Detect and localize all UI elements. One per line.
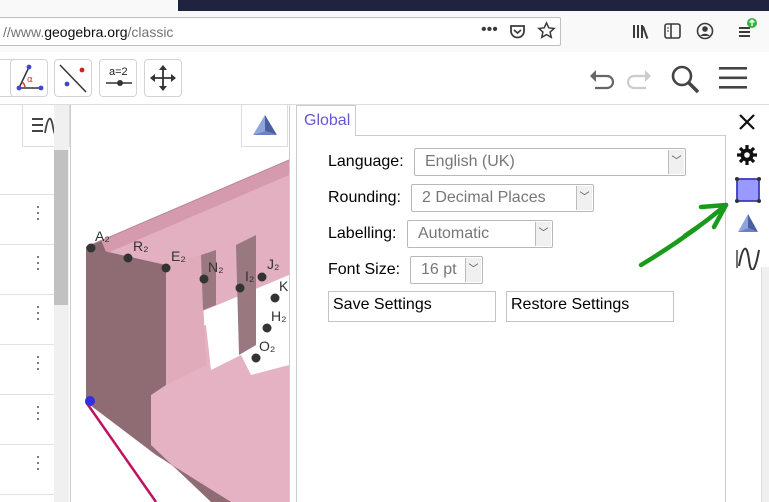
close-icon[interactable]	[737, 112, 757, 137]
redo-icon[interactable]	[624, 64, 654, 99]
menu-update-icon[interactable]	[734, 18, 758, 47]
point-dot[interactable]	[257, 272, 267, 282]
point-dot[interactable]	[199, 274, 209, 284]
url-text: //www.geogebra.org/classic	[3, 24, 174, 40]
algebra-row[interactable]	[0, 148, 54, 195]
algebra-properties-icon[interactable]	[736, 246, 762, 275]
row-menu-icon[interactable]: · · ·	[35, 397, 41, 427]
graphics-3d-style-button[interactable]	[241, 105, 288, 147]
point-dot[interactable]	[161, 263, 171, 273]
graphics-properties-icon[interactable]	[735, 177, 761, 208]
row-menu-icon[interactable]: · · ·	[35, 447, 41, 477]
solid-inner-shadow	[236, 235, 256, 355]
point-label: A₂	[95, 228, 110, 244]
tool-line[interactable]	[54, 59, 92, 97]
pocket-icon[interactable]	[509, 23, 526, 45]
point-label: H₂	[271, 308, 287, 324]
page-actions-icon[interactable]: •••	[481, 21, 498, 39]
rounding-select[interactable]: 2 Decimal Places ﹀	[411, 184, 594, 212]
url-bar[interactable]: //www.geogebra.org/classic •••	[0, 17, 561, 46]
point-dot[interactable]	[86, 243, 96, 253]
chevron-down-icon: ﹀	[668, 150, 684, 174]
algebra-row[interactable]: · · ·	[0, 245, 54, 295]
point-dot[interactable]	[123, 253, 133, 263]
rounding-label: Rounding:	[328, 189, 401, 206]
algebra-scrollbar-thumb[interactable]	[54, 150, 68, 305]
algebra-row[interactable]: · · ·	[0, 295, 54, 345]
point-dot[interactable]	[270, 293, 280, 303]
point-label: O₂	[259, 338, 275, 354]
point-label: R₂	[133, 238, 149, 254]
algebra-row[interactable]: · · ·	[0, 195, 54, 245]
font-size-select[interactable]: 16 pt ﹀	[410, 256, 483, 284]
point-dot-blue[interactable]	[85, 396, 95, 406]
algebra-row[interactable]: · · ·	[0, 395, 54, 445]
strip-scrollbar[interactable]	[761, 267, 769, 502]
row-menu-icon[interactable]: · · ·	[35, 247, 41, 277]
main-menu-icon[interactable]	[718, 64, 748, 97]
restore-settings-button[interactable]: Restore Settings	[506, 291, 674, 322]
tool-angle[interactable]: α	[10, 59, 48, 97]
font-size-label: Font Size:	[328, 261, 401, 278]
point-label: E₂	[171, 248, 186, 264]
graphics-3d-view[interactable]: A₂ R₂ E₂ N₂ I₂ J₂ K H₂ O₂	[70, 105, 289, 502]
chevron-down-icon: ﹀	[535, 222, 551, 246]
annotation-arrow-icon	[636, 195, 736, 275]
point-dot[interactable]	[235, 283, 245, 293]
gear-icon[interactable]	[736, 144, 758, 171]
browser-titlebar	[178, 0, 769, 11]
labelling-label: Labelling:	[328, 225, 397, 242]
point-dot[interactable]	[262, 323, 272, 333]
point-dot[interactable]	[251, 353, 261, 363]
algebra-row[interactable]: · · ·	[0, 345, 54, 395]
point-label: K	[279, 278, 289, 294]
row-menu-icon[interactable]: · · ·	[35, 197, 41, 227]
point-label: N₂	[208, 259, 224, 275]
solid-inner-face	[166, 255, 206, 385]
save-settings-button[interactable]: Save Settings	[328, 291, 496, 322]
point-label: J₂	[267, 256, 279, 272]
library-icon[interactable]	[632, 23, 650, 44]
undo-icon[interactable]	[587, 64, 617, 99]
tab-global[interactable]: Global	[296, 105, 356, 136]
language-label: Language:	[328, 153, 404, 170]
algebra-row[interactable]: · · ·	[0, 445, 54, 495]
sidebar-icon[interactable]	[664, 23, 681, 44]
account-icon[interactable]	[696, 22, 714, 45]
row-menu-icon[interactable]: · · ·	[35, 297, 41, 327]
row-menu-icon[interactable]: · · ·	[35, 347, 41, 377]
language-select[interactable]: English (UK) ﹀	[414, 148, 686, 176]
svg-text:α: α	[27, 75, 33, 85]
bookmark-star-icon[interactable]	[537, 21, 556, 45]
labelling-select[interactable]: Automatic ﹀	[407, 220, 553, 248]
search-icon[interactable]	[669, 63, 701, 100]
tool-slider[interactable]: a=2	[99, 59, 137, 97]
tool-move-graphics[interactable]	[144, 59, 182, 97]
chevron-down-icon: ﹀	[576, 186, 592, 210]
point-label: I₂	[245, 268, 254, 284]
graphics-3d-properties-icon[interactable]	[736, 213, 760, 240]
chevron-down-icon: ﹀	[465, 258, 481, 282]
